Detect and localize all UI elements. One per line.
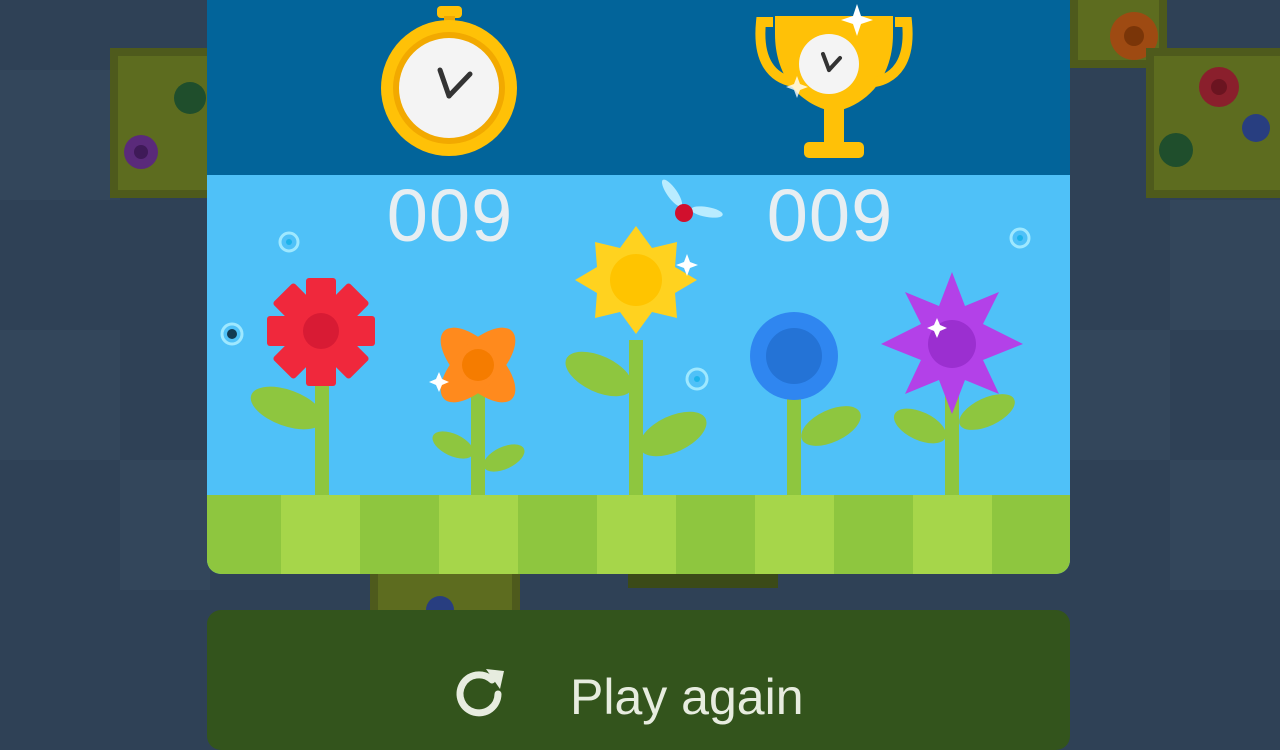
- grass-strip: [207, 495, 1070, 574]
- refresh-icon: [456, 669, 504, 717]
- play-again-button[interactable]: Play again: [207, 610, 1070, 750]
- stopwatch-icon: [381, 6, 517, 156]
- flower-garden-scene: [207, 4, 1070, 574]
- ladybug-sprite: [661, 179, 723, 222]
- results-card: 009 009: [207, 0, 1070, 574]
- purple-flower: [881, 272, 1023, 495]
- red-flower: [250, 278, 375, 495]
- orange-flower: [429, 327, 525, 495]
- play-again-label: Play again: [570, 669, 804, 725]
- garden-tile-left: [110, 48, 210, 198]
- yellow-flower: [565, 226, 707, 495]
- trophy-icon: [755, 4, 913, 158]
- blue-flower: [750, 312, 861, 495]
- best-score: 009: [766, 174, 894, 257]
- time-score: 009: [386, 174, 514, 257]
